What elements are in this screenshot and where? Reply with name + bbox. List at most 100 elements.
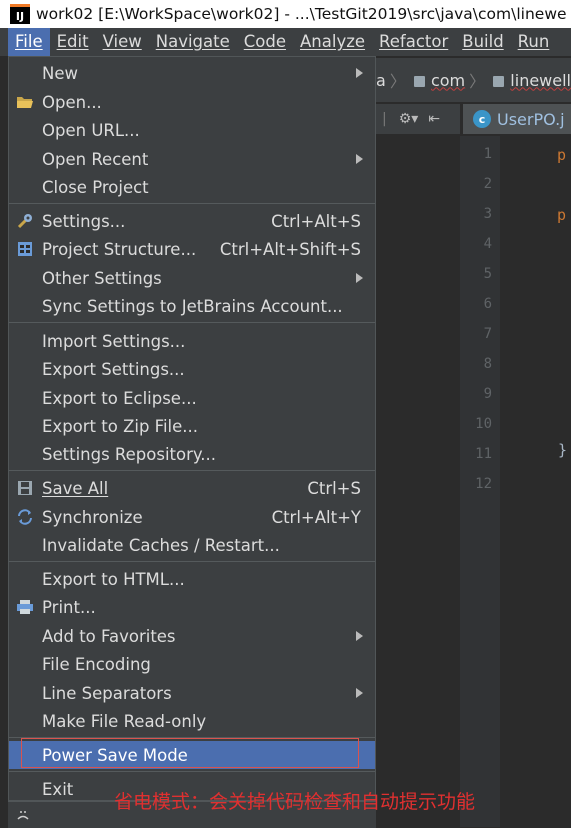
menu-run[interactable]: Run xyxy=(511,28,557,56)
menubar: File Edit View Navigate Code Analyze Ref… xyxy=(0,28,571,56)
app-icon-text: IJ xyxy=(15,10,25,23)
menu-item-label: Export to Eclipse... xyxy=(42,388,197,408)
menu-item-new[interactable]: New xyxy=(9,59,375,87)
line-number: 7 xyxy=(483,326,492,342)
menu-item-label: Make File Read-only xyxy=(42,711,207,731)
menu-item-shortcut: Ctrl+S xyxy=(307,478,361,498)
menu-build[interactable]: Build xyxy=(455,28,510,56)
line-number: 2 xyxy=(483,176,492,192)
editor-tab-userpo[interactable]: c UserPO.j xyxy=(463,104,571,134)
menu-item-label: Sync Settings to JetBrains Account... xyxy=(42,296,343,316)
menu-item-open-recent[interactable]: Open Recent xyxy=(9,145,375,173)
breadcrumb-partial[interactable]: a xyxy=(376,71,386,90)
intellij-app-icon: IJ xyxy=(10,4,30,24)
navigation-breadcrumb: a 〉 com 〉 linewell xyxy=(376,58,571,102)
status-indicator-icon[interactable] xyxy=(16,806,30,826)
submenu-arrow-icon xyxy=(356,154,363,164)
menu-item-label: Line Separators xyxy=(42,683,172,703)
menu-separator xyxy=(9,322,375,323)
menu-item-label: Export to HTML... xyxy=(42,569,185,589)
printer-icon xyxy=(15,598,35,616)
menu-item-invalidate-caches[interactable]: Invalidate Caches / Restart... xyxy=(9,531,375,559)
menu-view[interactable]: View xyxy=(96,28,149,56)
menu-separator xyxy=(9,561,375,562)
menu-item-shortcut: Ctrl+Alt+S xyxy=(271,211,361,231)
file-menu-dropdown: New Open... Open URL... Open Recent Clos… xyxy=(8,56,376,801)
collapse-icon[interactable]: ⇤ xyxy=(428,111,440,127)
menu-file[interactable]: File xyxy=(8,28,50,56)
menu-item-project-structure[interactable]: Project Structure... Ctrl+Alt+Shift+S xyxy=(9,235,375,263)
menu-item-export-settings[interactable]: Export Settings... xyxy=(9,355,375,383)
window-titlebar: IJ work02 [E:\WorkSpace\work02] - ...\Te… xyxy=(0,0,571,28)
tab-label: UserPO.j xyxy=(497,109,565,129)
menu-analyze[interactable]: Analyze xyxy=(293,28,372,56)
menu-item-label: Save All xyxy=(42,478,109,498)
menu-item-label: Print... xyxy=(42,597,96,617)
menu-refactor[interactable]: Refactor xyxy=(372,28,455,56)
breadcrumb-item-linewell[interactable]: linewell xyxy=(510,71,571,90)
line-number: 11 xyxy=(475,446,492,462)
menu-item-label: Synchronize xyxy=(42,507,143,527)
menu-item-label: New xyxy=(42,63,78,83)
menu-item-open[interactable]: Open... xyxy=(9,88,375,116)
menu-edit[interactable]: Edit xyxy=(50,28,96,56)
menu-code[interactable]: Code xyxy=(237,28,293,56)
menu-item-add-favorites[interactable]: Add to Favorites xyxy=(9,622,375,650)
annotation-text: 省电模式：会关掉代码检查和自动提示功能 xyxy=(114,791,476,813)
menu-item-file-encoding[interactable]: File Encoding xyxy=(9,650,375,678)
line-number: 5 xyxy=(483,266,492,282)
submenu-arrow-icon xyxy=(356,631,363,641)
menu-item-make-readonly[interactable]: Make File Read-only xyxy=(9,707,375,735)
menu-item-label: Add to Favorites xyxy=(42,626,176,646)
menu-item-label: Exit xyxy=(42,779,74,799)
submenu-arrow-icon xyxy=(356,688,363,698)
code-text: } xyxy=(558,441,568,459)
menu-item-export-eclipse[interactable]: Export to Eclipse... xyxy=(9,384,375,412)
menu-item-synchronize[interactable]: Synchronize Ctrl+Alt+Y xyxy=(9,503,375,531)
menu-item-label: Open Recent xyxy=(42,149,149,169)
save-icon xyxy=(15,479,35,497)
menu-item-other-settings[interactable]: Other Settings xyxy=(9,264,375,292)
menu-item-import-settings[interactable]: Import Settings... xyxy=(9,327,375,355)
menu-item-line-separators[interactable]: Line Separators xyxy=(9,679,375,707)
menu-item-label: Export to Zip File... xyxy=(42,416,199,436)
menu-item-label: Settings Repository... xyxy=(42,444,217,464)
menu-separator xyxy=(9,771,375,772)
menu-item-shortcut: Ctrl+Alt+Shift+S xyxy=(219,239,361,259)
project-structure-icon xyxy=(15,240,35,258)
menu-item-label: Project Structure... xyxy=(42,239,197,259)
synchronize-icon xyxy=(15,508,35,526)
breadcrumb-separator: 〉 xyxy=(469,72,486,91)
menu-item-label: Other Settings xyxy=(42,268,162,288)
wrench-icon xyxy=(15,212,35,230)
menu-item-shortcut: Ctrl+Alt+Y xyxy=(271,507,361,527)
menu-item-close-project[interactable]: Close Project xyxy=(9,173,375,201)
menu-item-print[interactable]: Print... xyxy=(9,593,375,621)
line-number: 1 xyxy=(483,146,492,162)
breadcrumb-item-com[interactable]: com xyxy=(431,71,465,90)
submenu-arrow-icon xyxy=(356,68,363,78)
line-number: 9 xyxy=(483,386,492,402)
line-number: 3 xyxy=(483,206,492,222)
line-number: 8 xyxy=(483,356,492,372)
gear-icon[interactable]: ⚙▾ xyxy=(399,111,419,127)
line-number: 6 xyxy=(483,296,492,312)
editor-toolstrip: | ⚙▾ ⇤ xyxy=(376,104,460,134)
code-text: p xyxy=(557,146,567,164)
folder-open-icon xyxy=(15,93,35,111)
menu-item-save-all[interactable]: Save All Ctrl+S xyxy=(9,474,375,502)
menu-item-label: File Encoding xyxy=(42,654,151,674)
menu-navigate[interactable]: Navigate xyxy=(149,28,237,56)
menu-item-export-zip[interactable]: Export to Zip File... xyxy=(9,412,375,440)
menu-item-label: Settings... xyxy=(42,211,126,231)
menu-item-settings-repository[interactable]: Settings Repository... xyxy=(9,440,375,468)
menu-item-label: Open URL... xyxy=(42,120,140,140)
menu-item-sync-settings[interactable]: Sync Settings to JetBrains Account... xyxy=(9,292,375,320)
divider-icon: | xyxy=(382,111,387,127)
menu-item-export-html[interactable]: Export to HTML... xyxy=(9,565,375,593)
menu-item-open-url[interactable]: Open URL... xyxy=(9,116,375,144)
folder-icon xyxy=(493,75,505,87)
submenu-arrow-icon xyxy=(356,273,363,283)
menu-item-label: Import Settings... xyxy=(42,331,186,351)
menu-item-settings[interactable]: Settings... Ctrl+Alt+S xyxy=(9,207,375,235)
